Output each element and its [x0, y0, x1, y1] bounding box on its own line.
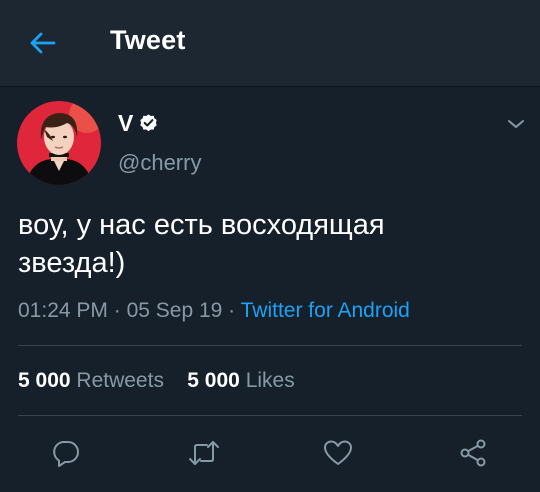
arrow-left-icon	[30, 32, 56, 54]
retweets-label: Retweets	[76, 369, 164, 392]
share-button[interactable]	[457, 437, 489, 469]
top-bar: Tweet	[0, 0, 540, 87]
tweet-text-line: воу, у нас есть восходящая	[18, 209, 385, 241]
profile-photo	[17, 101, 101, 185]
retweet-button[interactable]	[188, 437, 220, 469]
likes-label: Likes	[245, 369, 295, 392]
meta-separator: ·	[107, 299, 127, 322]
avatar[interactable]	[17, 101, 101, 185]
retweet-icon	[189, 441, 219, 465]
like-icon	[324, 440, 352, 465]
divider	[18, 345, 522, 346]
like-button[interactable]	[322, 437, 354, 469]
reply-button[interactable]	[50, 437, 82, 469]
retweets-count: 5 000	[18, 369, 71, 392]
page-title: Tweet	[110, 25, 186, 55]
likes-stat[interactable]: 5 000 Likes	[187, 369, 294, 392]
divider	[18, 415, 522, 416]
likes-count: 5 000	[187, 369, 240, 392]
author-display-name[interactable]: V	[118, 110, 133, 137]
author-handle[interactable]: @cherry	[118, 150, 201, 176]
tweet-text: воу, у нас есть восходящая звезда!)	[18, 206, 518, 282]
tweet-text-line: звезда!)	[18, 247, 126, 279]
tweet-meta: 01:24 PM · 05 Sep 19 · Twitter for Andro…	[18, 299, 410, 323]
share-icon	[460, 439, 486, 467]
retweets-stat[interactable]: 5 000 Retweets	[18, 369, 164, 392]
reply-icon	[53, 441, 79, 467]
client-link[interactable]: Twitter for Android	[241, 299, 410, 322]
tweet-time: 01:24 PM	[18, 299, 108, 322]
back-button[interactable]	[28, 28, 58, 58]
engagement-stats: 5 000 Retweets 5 000 Likes	[18, 369, 295, 393]
tweet-date: 05 Sep 19	[126, 299, 223, 322]
meta-separator: ·	[222, 299, 241, 322]
verified-badge-icon	[140, 114, 157, 132]
chevron-down-icon[interactable]	[504, 112, 528, 136]
